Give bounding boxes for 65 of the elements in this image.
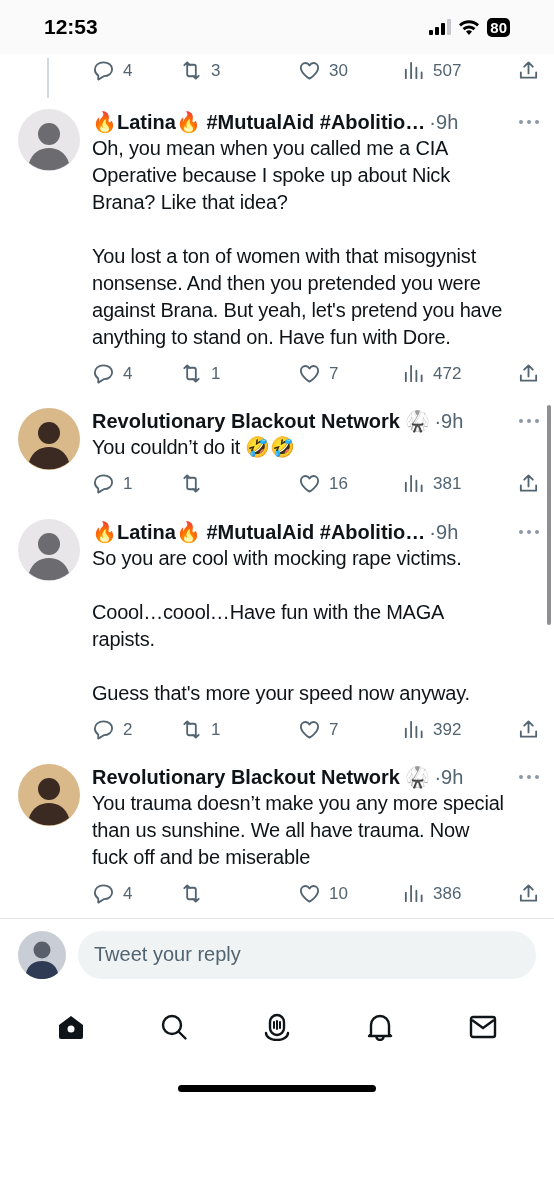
views-button[interactable]: 381 — [402, 471, 517, 497]
like-button[interactable]: 7 — [298, 360, 402, 386]
author-name: 🔥Latina🔥 #MutualAid #Abolitio… — [92, 519, 426, 545]
avatar — [18, 408, 80, 470]
reply-field[interactable]: Tweet your reply — [78, 930, 536, 979]
tweet-text: Coool…coool…Have fun with the MAGA rapists. — [92, 599, 445, 652]
author-name: Revolutionary Blackout Network 🥋 — [92, 765, 431, 790]
reply-icon — [92, 361, 115, 385]
avatar — [18, 108, 80, 171]
like-button[interactable]: 16 — [298, 471, 402, 497]
reply-icon — [92, 717, 115, 741]
battery-level: 80 — [487, 17, 510, 37]
views-button[interactable]: 386 — [402, 881, 517, 907]
views-button[interactable]: 472 — [402, 360, 517, 386]
reply-button[interactable]: 4 — [92, 58, 180, 84]
timestamp: ·9h — [434, 765, 464, 790]
tweet-text: You trauma doesn’t make you any more special than us sunshine. We all have trauma. Now fuck off and be miserable — [92, 791, 504, 870]
reply-icon — [92, 472, 115, 496]
author-name: 🔥Latina🔥 #MutualAid #Abolitio… — [92, 109, 426, 135]
timestamp: ·9h — [429, 109, 459, 135]
signal-icon — [429, 19, 452, 35]
bell-icon[interactable] — [365, 1012, 394, 1041]
more-icon[interactable] — [518, 774, 540, 780]
tweet-text: Oh, you mean when you called me a CIA Operative because I spoke up about Nick Brana? Like that idea? — [92, 135, 451, 215]
views-button[interactable]: 507 — [402, 58, 517, 84]
more-icon[interactable] — [518, 418, 540, 424]
wifi-icon — [458, 19, 481, 35]
tweet-text: You lost a ton of women with that misogynist nonsense. And then you pretended you were against Brana. But yeah, let's pretend you have anything to stand on. Have fun with Dore. — [92, 243, 504, 350]
reply-icon — [92, 882, 115, 906]
tweet-text: You couldn’t do it 🤣🤣 — [92, 435, 296, 460]
search-icon[interactable] — [160, 1012, 189, 1041]
reply-button[interactable]: 1 — [92, 471, 180, 497]
reply-icon — [92, 59, 115, 83]
avatar — [18, 518, 80, 581]
more-icon[interactable] — [518, 118, 540, 125]
rt-button[interactable]: 3 — [180, 58, 298, 84]
retweet-icon — [180, 361, 203, 385]
like-button[interactable]: 30 — [298, 58, 402, 84]
rt-button[interactable]: 1 — [180, 360, 298, 386]
retweet-icon — [180, 472, 203, 496]
retweet-icon — [180, 717, 203, 741]
share-icon[interactable] — [517, 717, 540, 741]
share-icon[interactable] — [517, 361, 540, 385]
avatar — [18, 764, 80, 826]
retweet-icon — [180, 882, 203, 906]
reply-button[interactable]: 4 — [92, 360, 180, 386]
tweet-text: So you are cool with mocking rape victims. — [92, 545, 463, 571]
timestamp: ·9h — [434, 409, 464, 434]
like-button[interactable]: 7 — [298, 716, 402, 742]
heart-icon — [298, 59, 321, 83]
like-button[interactable]: 10 — [298, 881, 402, 907]
heart-icon — [298, 472, 321, 496]
clock-text: 12:53 — [44, 14, 98, 41]
heart-icon — [298, 882, 321, 906]
tweet-text: Guess that's more your speed now anyway. — [92, 680, 471, 706]
author-name: Revolutionary Blackout Network 🥋 — [92, 409, 431, 434]
views-button[interactable]: 392 — [402, 716, 517, 742]
microphone-icon[interactable] — [263, 1012, 291, 1041]
reply-button[interactable]: 4 — [92, 881, 180, 907]
reply-button[interactable]: 2 — [92, 716, 180, 742]
timestamp: ·9h — [429, 519, 459, 545]
avatar — [18, 930, 66, 979]
more-icon[interactable] — [518, 528, 540, 535]
rt-button[interactable]: 1 — [180, 716, 298, 742]
retweet-icon — [180, 59, 203, 83]
